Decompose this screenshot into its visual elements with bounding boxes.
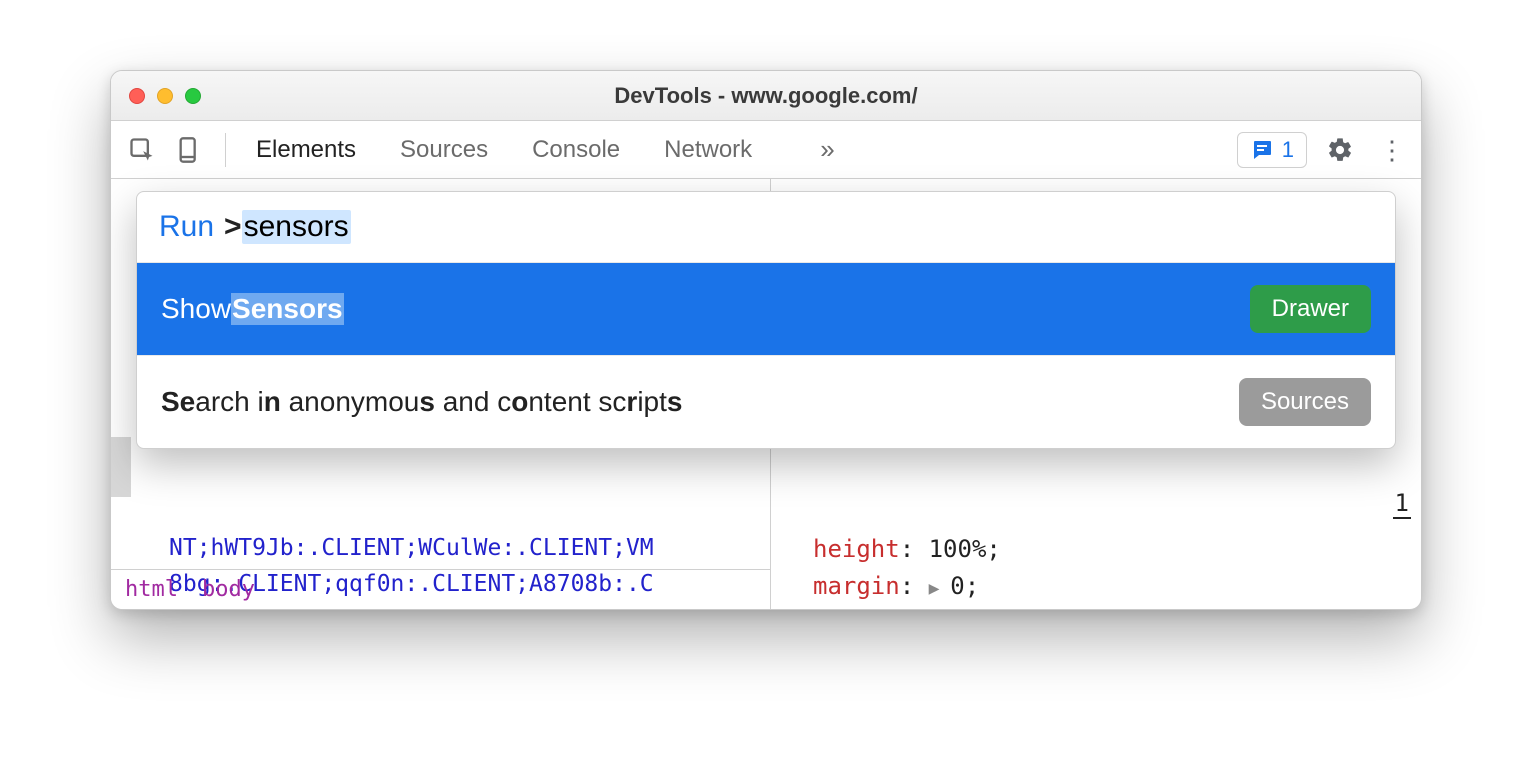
tabstrip-right-controls: 1 ⋮	[1237, 132, 1411, 168]
tab-sources[interactable]: Sources	[398, 124, 490, 176]
panel-tabstrip: Elements Sources Console Network » 1 ⋮	[111, 121, 1421, 179]
settings-gear-icon[interactable]	[1325, 135, 1355, 165]
command-prefix-label: Run	[159, 210, 214, 244]
devtools-window: DevTools - www.google.com/ Elements Sour…	[110, 70, 1422, 610]
command-item-category-badge: Sources	[1239, 378, 1371, 426]
message-icon	[1250, 138, 1274, 162]
rule-source-indicator[interactable]: 1	[1393, 489, 1411, 519]
separator	[225, 133, 226, 167]
close-window-button[interactable]	[129, 88, 145, 104]
dom-selection-highlight	[111, 437, 131, 497]
window-title: DevTools - www.google.com/	[111, 83, 1421, 109]
command-item-label: Show Sensors	[161, 293, 344, 325]
more-options-kebab-icon[interactable]: ⋮	[1373, 137, 1411, 163]
panel-tabs: Elements Sources Console Network »	[254, 124, 835, 176]
zoom-window-button[interactable]	[185, 88, 201, 104]
minimize-window-button[interactable]	[157, 88, 173, 104]
dom-breadcrumb[interactable]: html body	[111, 569, 770, 609]
tab-network[interactable]: Network	[662, 124, 754, 176]
command-prefix-caret: >	[224, 210, 242, 244]
breadcrumb-item[interactable]: body	[202, 577, 255, 602]
messages-count: 1	[1282, 137, 1294, 163]
command-menu: Run >sensors Show Sensors Drawer Search …	[136, 191, 1396, 449]
breadcrumb-item[interactable]: html	[125, 577, 178, 602]
css-declaration[interactable]: margin: ▶ 0;	[813, 568, 1001, 605]
inspect-element-icon[interactable]	[121, 129, 163, 171]
command-item-category-badge: Drawer	[1250, 285, 1371, 333]
messages-badge[interactable]: 1	[1237, 132, 1307, 168]
command-item-show-sensors[interactable]: Show Sensors Drawer	[137, 263, 1395, 355]
device-toolbar-icon[interactable]	[169, 129, 211, 171]
command-item-search-scripts[interactable]: Search in anonymous and content scripts …	[137, 355, 1395, 448]
command-input-row[interactable]: Run >sensors	[137, 192, 1395, 263]
titlebar: DevTools - www.google.com/	[111, 71, 1421, 121]
css-declaration[interactable]: height: 100%;	[813, 531, 1001, 568]
tab-console[interactable]: Console	[530, 124, 622, 176]
traffic-lights	[129, 88, 201, 104]
css-declaration[interactable]: padding: ▶ 0;	[813, 605, 1001, 610]
css-rule-block: height: 100%; margin: ▶ 0; padding: ▶ 0;	[813, 531, 1001, 610]
more-tabs-chevron-icon[interactable]: »	[820, 134, 834, 165]
command-query-text[interactable]: sensors	[242, 210, 351, 244]
tab-elements[interactable]: Elements	[254, 124, 358, 176]
command-item-label: Search in anonymous and content scripts	[161, 386, 682, 418]
